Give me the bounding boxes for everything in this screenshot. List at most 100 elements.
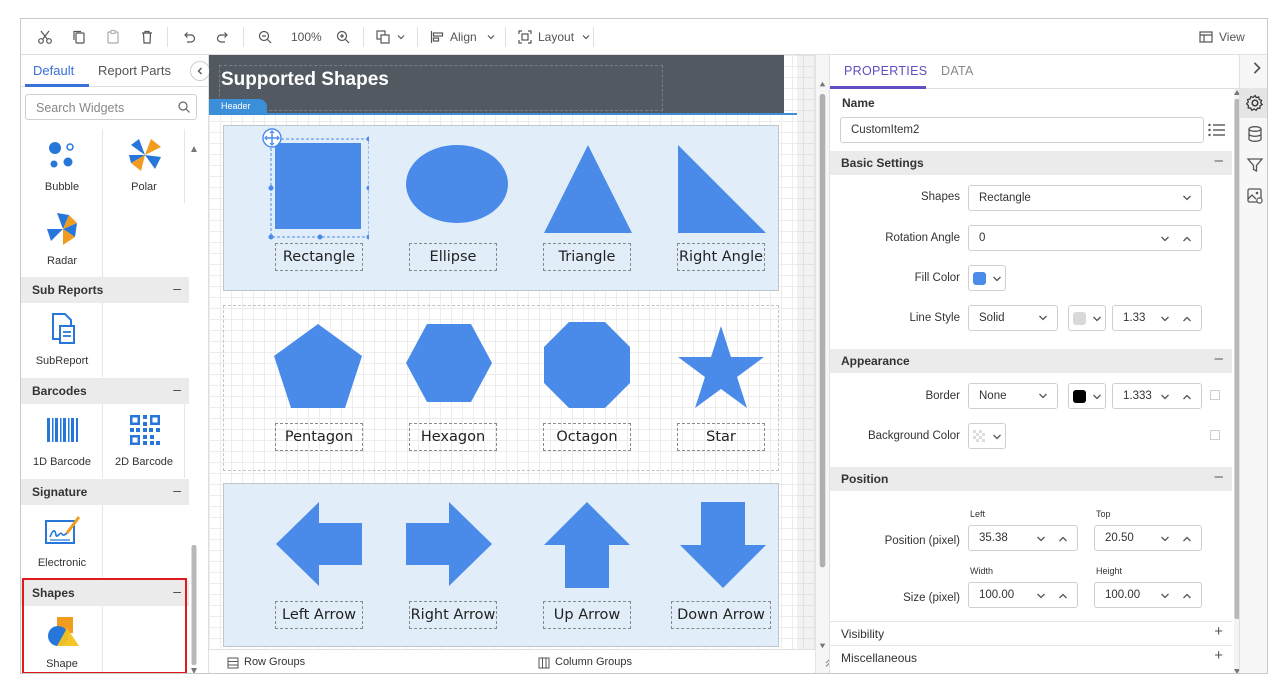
border-checkbox[interactable] xyxy=(1210,390,1220,400)
chevron-down-icon[interactable] xyxy=(1159,533,1171,545)
gear-icon[interactable] xyxy=(1246,94,1264,112)
shape-label-star[interactable]: Star xyxy=(677,423,765,451)
right-arrow-shape[interactable] xyxy=(405,501,493,587)
shape-label-ellipse[interactable]: Ellipse xyxy=(409,243,497,271)
height-input[interactable]: 100.00 xyxy=(1094,582,1202,608)
chevron-down-icon[interactable] xyxy=(1159,233,1171,245)
collapse-icon[interactable]: – xyxy=(173,280,181,296)
tab-report-parts[interactable]: Report Parts xyxy=(98,63,171,78)
move-handle-icon[interactable] xyxy=(261,127,283,149)
align-dropdown[interactable]: Align xyxy=(429,27,497,47)
shapes-select[interactable]: Rectangle xyxy=(968,185,1202,211)
column-groups-label[interactable]: Column Groups xyxy=(555,656,632,668)
cut-icon[interactable] xyxy=(37,27,53,47)
redo-icon[interactable] xyxy=(215,27,231,47)
section-position[interactable]: Position – xyxy=(830,467,1232,491)
width-input[interactable]: 100.00 xyxy=(968,582,1078,608)
rotation-angle-input[interactable]: 0 xyxy=(968,225,1202,251)
chevron-up-icon[interactable] xyxy=(1181,391,1193,403)
chevron-up-icon[interactable] xyxy=(1181,590,1193,602)
zoom-level[interactable]: 100% xyxy=(291,27,322,47)
widget-2d-barcode[interactable]: 2D Barcode xyxy=(103,404,185,478)
shape-label-pentagon[interactable]: Pentagon xyxy=(275,423,363,451)
section-miscellaneous[interactable]: Miscellaneous + xyxy=(830,645,1232,669)
section-appearance[interactable]: Appearance – xyxy=(830,349,1232,373)
widget-electronic-signature[interactable]: Electronic xyxy=(21,505,103,579)
chevron-up-icon[interactable] xyxy=(1181,533,1193,545)
shape-label-up-arrow[interactable]: Up Arrow xyxy=(543,601,631,629)
shape-label-hexagon[interactable]: Hexagon xyxy=(409,423,497,451)
section-sub-reports[interactable]: Sub Reports – xyxy=(21,277,189,303)
collapse-icon[interactable]: – xyxy=(1215,152,1223,169)
background-color-picker[interactable] xyxy=(968,423,1006,449)
octagon-shape[interactable] xyxy=(543,321,631,409)
header-band[interactable]: Supported Shapes xyxy=(209,55,784,113)
pentagon-shape[interactable] xyxy=(273,323,363,409)
row-groups-label[interactable]: Row Groups xyxy=(244,656,305,668)
header-title[interactable]: Supported Shapes xyxy=(221,69,389,91)
zoom-out-icon[interactable] xyxy=(257,27,273,47)
canvas-scrollbar[interactable] xyxy=(815,55,829,674)
chevron-down-icon[interactable] xyxy=(1159,391,1171,403)
design-canvas[interactable]: Supported Shapes Header Rectangle Ellips… xyxy=(209,55,815,649)
left-arrow-shape[interactable] xyxy=(275,501,363,587)
chevron-right-icon[interactable] xyxy=(1248,59,1266,77)
chevron-up-icon[interactable] xyxy=(1057,590,1069,602)
expand-icon[interactable]: + xyxy=(1214,647,1223,664)
chevron-down-icon[interactable] xyxy=(1035,590,1047,602)
background-checkbox[interactable] xyxy=(1210,430,1220,440)
zoom-in-icon[interactable] xyxy=(335,27,351,47)
image-settings-icon[interactable] xyxy=(1246,187,1264,205)
collapse-icon[interactable]: – xyxy=(173,381,181,397)
chevron-up-icon[interactable] xyxy=(1057,533,1069,545)
shape-label-left-arrow[interactable]: Left Arrow xyxy=(275,601,363,629)
ellipse-shape[interactable] xyxy=(405,144,509,224)
shape-label-triangle[interactable]: Triangle xyxy=(543,243,631,271)
chevron-down-icon[interactable] xyxy=(1035,533,1047,545)
chevron-down-icon[interactable] xyxy=(1159,313,1171,325)
hexagon-shape[interactable] xyxy=(405,323,493,403)
section-visibility[interactable]: Visibility + xyxy=(830,621,1232,645)
shape-label-right-arrow[interactable]: Right Arrow xyxy=(409,601,497,629)
database-icon[interactable] xyxy=(1246,125,1264,143)
layout-dropdown[interactable]: Layout xyxy=(517,27,592,47)
right-angle-shape[interactable] xyxy=(677,144,767,234)
shape-label-octagon[interactable]: Octagon xyxy=(543,423,631,451)
line-color-picker[interactable] xyxy=(1068,305,1106,331)
widget-subreport[interactable]: SubReport xyxy=(21,303,103,377)
tab-data[interactable]: DATA xyxy=(941,64,974,78)
expand-icon[interactable]: + xyxy=(1214,623,1223,640)
up-arrow-shape[interactable] xyxy=(543,501,631,589)
triangle-shape[interactable] xyxy=(543,144,633,234)
list-icon[interactable] xyxy=(1208,123,1226,137)
tab-properties[interactable]: PROPERTIES xyxy=(844,64,927,78)
section-basic-settings[interactable]: Basic Settings – xyxy=(830,151,1232,175)
top-input[interactable]: 20.50 xyxy=(1094,525,1202,551)
copy-icon[interactable] xyxy=(71,27,87,47)
tab-default[interactable]: Default xyxy=(33,63,74,78)
undo-icon[interactable] xyxy=(181,27,197,47)
section-signature[interactable]: Signature – xyxy=(21,479,189,505)
widget-search-input[interactable]: Search Widgets xyxy=(25,94,197,120)
shape-label-rectangle[interactable]: Rectangle xyxy=(275,243,363,271)
star-shape[interactable] xyxy=(677,325,765,409)
chevron-up-icon[interactable] xyxy=(1181,233,1193,245)
line-width-input[interactable]: 1.33 xyxy=(1112,305,1202,331)
paste-icon[interactable] xyxy=(105,27,121,47)
widget-bubble[interactable]: Bubble xyxy=(21,129,103,203)
order-dropdown[interactable] xyxy=(375,27,407,47)
border-select[interactable]: None xyxy=(968,383,1058,409)
down-arrow-shape[interactable] xyxy=(679,501,767,589)
name-input[interactable]: CustomItem2 xyxy=(840,117,1204,143)
collapse-panel-button[interactable] xyxy=(190,61,210,81)
collapse-icon[interactable]: – xyxy=(1215,350,1223,367)
section-barcodes[interactable]: Barcodes – xyxy=(21,378,189,404)
delete-icon[interactable] xyxy=(139,27,155,47)
line-style-select[interactable]: Solid xyxy=(968,305,1058,331)
view-dropdown[interactable]: View xyxy=(1199,27,1245,47)
widget-1d-barcode[interactable]: 1D Barcode xyxy=(21,404,103,478)
rectangle-shape[interactable] xyxy=(253,135,369,245)
widget-polar[interactable]: Polar xyxy=(103,129,185,203)
chevron-down-icon[interactable] xyxy=(1159,590,1171,602)
report-page[interactable]: Supported Shapes Header Rectangle Ellips… xyxy=(209,55,797,649)
